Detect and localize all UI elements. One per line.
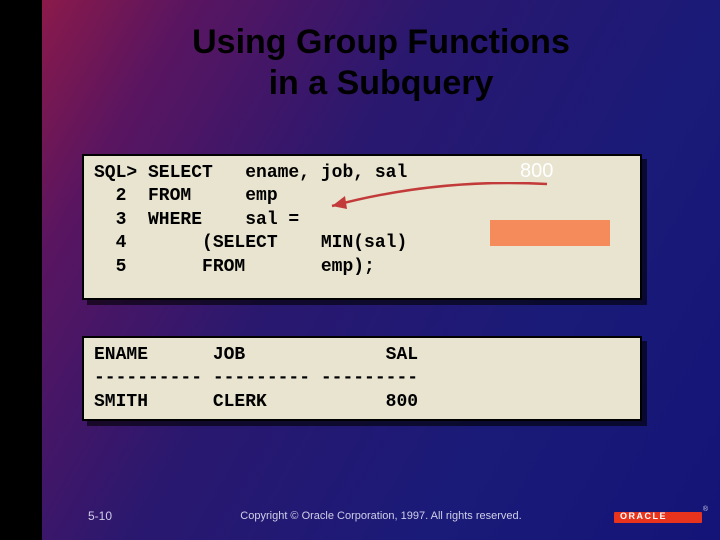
oracle-logo: ORACLE ® [614,512,702,528]
registered-icon: ® [703,506,708,513]
slide-title: Using Group Functions in a Subquery [76,22,686,104]
copyright-text: Copyright © Oracle Corporation, 1997. Al… [240,510,521,522]
oracle-logo-bar: ORACLE [614,512,702,523]
slide-number: 5-10 [88,509,112,523]
sql-result-box: ENAME JOB SAL ---------- --------- -----… [82,336,642,421]
oracle-logo-text: ORACLE [620,511,667,521]
slide-container: Using Group Functions in a Subquery SQL>… [42,0,720,540]
annotation-value: 800 [520,160,553,183]
highlight-box [490,220,610,246]
